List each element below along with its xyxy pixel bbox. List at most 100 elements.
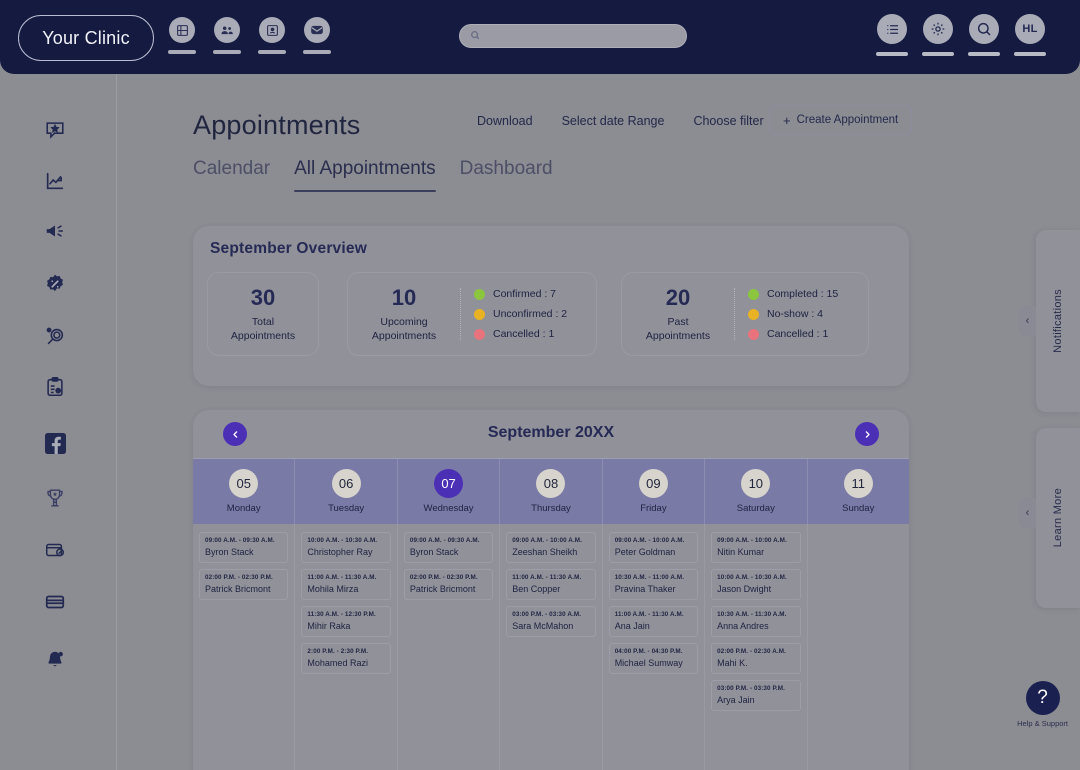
appointment-card[interactable]: 11:00 A.M. - 11:30 A.M. Ben Copper bbox=[506, 569, 596, 600]
appointment-patient-name: Zeeshan Sheikh bbox=[512, 547, 578, 557]
day-column-thursday[interactable]: 09:00 A.M. - 10:00 A.M. Zeeshan Sheikh 11:… bbox=[500, 524, 603, 770]
day-header-sunday[interactable]: 11 Sunday bbox=[808, 459, 909, 524]
question-mark-icon[interactable]: ? bbox=[1025, 681, 1060, 715]
appointment-card[interactable]: 02:00 P.M. - 02:30 A.M. Mahi K. bbox=[711, 643, 801, 674]
nav-underline bbox=[303, 50, 331, 54]
next-week-button[interactable] bbox=[855, 422, 879, 446]
appointment-card[interactable]: 04:00 P.M. - 04:30 P.M. Michael Sumway bbox=[608, 643, 699, 674]
day-header-tuesday[interactable]: 06 Tuesday bbox=[295, 459, 398, 524]
appointment-time: 10:30 A.M. - 11:00 A.M. bbox=[614, 574, 685, 581]
notifications-panel-tab[interactable]: Notifications bbox=[1036, 230, 1080, 412]
header-settings-button[interactable] bbox=[922, 14, 954, 56]
day-header-wednesday[interactable]: 07 Wednesday bbox=[398, 459, 501, 524]
calendar-day-headers: 05 Monday 06 Tuesday 07 Wednesday 08 Thu… bbox=[193, 458, 909, 524]
day-header-friday[interactable]: 09 Friday bbox=[603, 459, 706, 524]
help-support[interactable]: ? Help & Support bbox=[1017, 681, 1068, 728]
appointment-patient-name: Mihir Raka bbox=[307, 621, 351, 631]
create-appointment-button[interactable]: + Create Appointment bbox=[769, 105, 913, 135]
header-nav-mail[interactable] bbox=[303, 17, 331, 54]
clinic-logo[interactable]: Your Clinic bbox=[18, 15, 154, 61]
page-tabs: Calendar All Appointments Dashboard bbox=[193, 158, 553, 192]
global-search[interactable] bbox=[459, 24, 687, 48]
sidebar-item-offers[interactable] bbox=[38, 267, 72, 301]
sidebar-item-payments[interactable] bbox=[38, 585, 72, 619]
day-column-saturday[interactable]: 09:00 A.M. - 10:00 A.M. Nitin Kumar 10:00 … bbox=[705, 524, 808, 770]
header-list-button[interactable] bbox=[876, 14, 908, 56]
status-dot-unconfirmed bbox=[474, 308, 485, 320]
learn-more-expand-button[interactable]: ‹ bbox=[1019, 498, 1036, 528]
appointment-card[interactable]: 03:00 P.M. - 03:30 A.M. Sara McMahon bbox=[506, 606, 596, 637]
day-header-thursday[interactable]: 08 Thursday bbox=[500, 459, 603, 524]
search-input[interactable] bbox=[485, 30, 665, 42]
status-dot-completed bbox=[748, 288, 759, 300]
appointment-time: 02:00 P.M. - 02:30 P.M. bbox=[205, 574, 273, 581]
notifications-expand-button[interactable]: ‹ bbox=[1019, 306, 1036, 336]
appointment-card[interactable]: 09:00 A.M. - 09:30 A.M. Byron Stack bbox=[199, 532, 289, 563]
legend-item: No-show : 4 bbox=[748, 308, 838, 320]
tab-dashboard[interactable]: Dashboard bbox=[460, 158, 553, 192]
legend-label: Completed : 15 bbox=[767, 288, 839, 300]
day-column-friday[interactable]: 09:00 A.M. - 10:00 A.M. Peter Goldman 10:3… bbox=[603, 524, 706, 770]
appointment-card[interactable]: 09:00 A.M. - 10:00 A.M. Zeeshan Sheikh bbox=[506, 532, 596, 563]
analytics-chart-icon bbox=[44, 170, 66, 192]
header-nav-apps[interactable] bbox=[168, 17, 196, 54]
sidebar-item-rewards[interactable] bbox=[38, 481, 72, 515]
appointment-card[interactable]: 10:00 A.M. - 10:30 A.M. Jason Dwight bbox=[711, 569, 801, 600]
day-header-saturday[interactable]: 10 Saturday bbox=[705, 459, 808, 524]
header-nav-contact[interactable] bbox=[258, 17, 286, 54]
sidebar-item-analytics[interactable] bbox=[38, 164, 72, 198]
appointment-card[interactable]: 11:00 A.M. - 11:30 A.M. Ana Jain bbox=[608, 606, 699, 637]
sidebar-item-notifications[interactable] bbox=[38, 643, 72, 677]
appointment-patient-name: Anna Andres bbox=[717, 621, 769, 631]
day-column-tuesday[interactable]: 10:00 A.M. - 10:30 A.M. Christopher Ray 11… bbox=[295, 524, 398, 770]
status-dot-noshow bbox=[748, 308, 759, 320]
appointment-card[interactable]: 10:30 A.M. - 11:30 A.M. Anna Andres bbox=[711, 606, 801, 637]
appointment-card[interactable]: 10:00 A.M. - 10:30 A.M. Christopher Ray bbox=[301, 532, 391, 563]
day-name: Thursday bbox=[531, 503, 571, 514]
day-name: Sunday bbox=[842, 503, 875, 514]
sidebar-item-wallet[interactable] bbox=[38, 533, 72, 567]
download-link[interactable]: Download bbox=[477, 114, 533, 128]
tab-calendar[interactable]: Calendar bbox=[193, 158, 270, 192]
appointment-patient-name: Pravina Thaker bbox=[614, 584, 676, 594]
appointment-card[interactable]: 11:30 A.M. - 12:30 P.M. Mihir Raka bbox=[301, 606, 391, 637]
day-header-monday[interactable]: 05 Monday bbox=[193, 459, 296, 524]
day-number-selected: 07 bbox=[434, 469, 464, 498]
total-appointments-stat[interactable]: 30 Total Appointments bbox=[207, 272, 319, 356]
appointment-card[interactable]: 09:00 A.M. - 10:00 A.M. Peter Goldman bbox=[608, 532, 699, 563]
appointment-card[interactable]: 10:30 A.M. - 11:00 A.M. Pravina Thaker bbox=[608, 569, 699, 600]
day-column-sunday[interactable] bbox=[808, 524, 909, 770]
appointment-time: 2:00 P.M. - 2:30 P.M. bbox=[307, 648, 369, 655]
day-column-wednesday[interactable]: 09:00 A.M. - 09:30 A.M. Byron Stack 02:00 … bbox=[398, 524, 501, 770]
sidebar-item-reviews[interactable] bbox=[38, 113, 72, 147]
icon-underline bbox=[876, 52, 908, 56]
appointment-card[interactable]: 2:00 P.M. - 2:30 P.M. Mohamed Razi bbox=[301, 643, 391, 674]
status-dot-confirmed bbox=[474, 288, 485, 300]
upcoming-appointments-stat[interactable]: 10 Upcoming Appointments Confirmed : 7 U… bbox=[347, 272, 597, 356]
choose-filter-link[interactable]: Choose filter bbox=[693, 114, 763, 128]
select-date-range-link[interactable]: Select date Range bbox=[562, 114, 665, 128]
label-line-1: Total bbox=[251, 315, 275, 328]
learn-more-panel-tab[interactable]: Learn More bbox=[1036, 428, 1080, 608]
day-number: 06 bbox=[331, 469, 361, 498]
appointment-card[interactable]: 03:00 P.M. - 03:30 P.M. Arya Jain bbox=[711, 680, 801, 711]
label-line-1: Upcoming bbox=[380, 315, 428, 328]
tab-all-appointments[interactable]: All Appointments bbox=[294, 158, 436, 192]
past-appointments-stat[interactable]: 20 Past Appointments Completed : 15 No-s… bbox=[621, 272, 869, 356]
sidebar-item-campaigns[interactable] bbox=[38, 214, 72, 248]
appointment-time: 09:00 A.M. - 10:00 A.M. bbox=[512, 537, 582, 544]
day-column-monday[interactable]: 09:00 A.M. - 09:30 A.M. Byron Stack 02:00 … bbox=[193, 524, 296, 770]
appointment-card[interactable]: 09:00 A.M. - 10:00 A.M. Nitin Kumar bbox=[711, 532, 801, 563]
header-nav-people[interactable] bbox=[213, 17, 241, 54]
appointment-card[interactable]: 11:00 A.M. - 11:30 A.M. Mohila Mirza bbox=[301, 569, 391, 600]
appointment-card[interactable]: 09:00 A.M. - 09:30 A.M. Byron Stack bbox=[403, 532, 494, 563]
appointment-card[interactable]: 02:00 P.M. - 02:30 P.M. Patrick Bricmont bbox=[199, 569, 289, 600]
mail-envelope-icon bbox=[304, 17, 330, 43]
appointment-card[interactable]: 02:00 P.M. - 02:30 P.M. Patrick Bricmont bbox=[403, 569, 494, 600]
sidebar-item-patient-search[interactable] bbox=[38, 319, 72, 353]
header-search-button[interactable] bbox=[968, 14, 1000, 56]
header-avatar-button[interactable]: HL bbox=[1014, 14, 1046, 56]
sidebar-item-facebook[interactable] bbox=[38, 426, 72, 460]
chevron-right-icon bbox=[865, 430, 870, 438]
sidebar-item-records[interactable] bbox=[38, 370, 72, 404]
